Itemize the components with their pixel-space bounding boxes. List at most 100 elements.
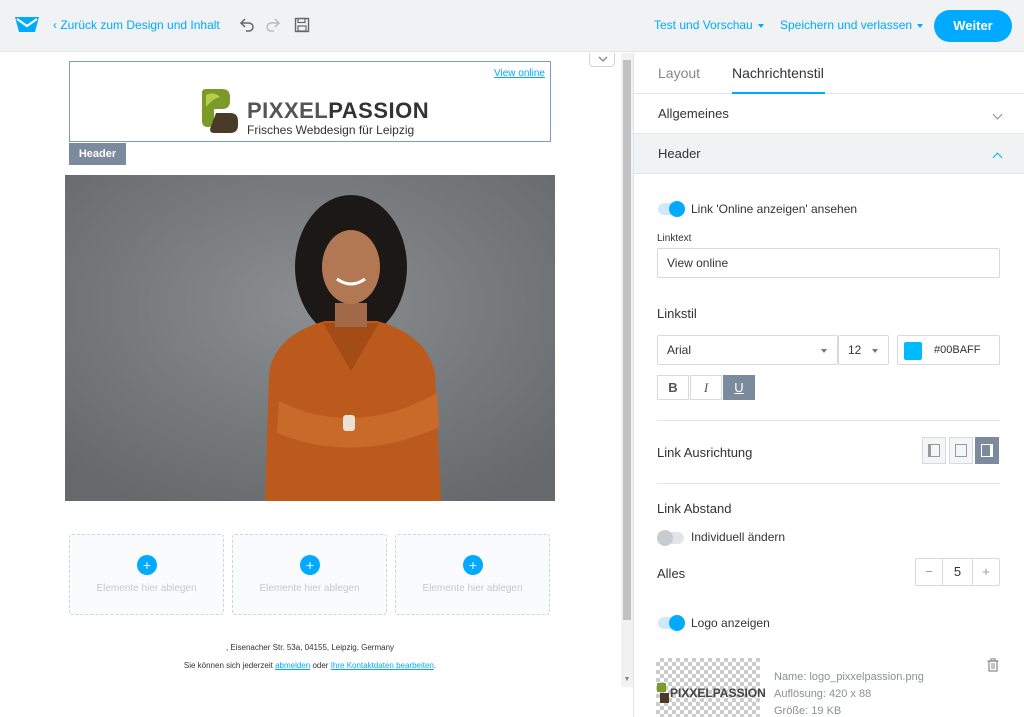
chevron-down-icon — [992, 109, 1003, 120]
individual-spacing-toggle[interactable] — [657, 530, 684, 546]
redo-icon[interactable] — [264, 16, 282, 34]
test-preview-label: Test und Vorschau — [654, 18, 753, 32]
continue-button[interactable]: Weiter — [934, 10, 1012, 42]
test-preview-menu[interactable]: Test und Vorschau — [654, 18, 764, 32]
logo-thumbnail-wordmark: PIXXELPASSION — [670, 686, 766, 700]
caret-down-icon — [872, 349, 878, 353]
font-select-value: Arial — [667, 343, 692, 357]
add-element-icon[interactable]: + — [137, 555, 157, 575]
brand-part2: PASSION — [328, 98, 430, 123]
drop-zone-label: Elemente hier ablegen — [259, 583, 360, 594]
logo-filename: Name: logo_pixxelpassion.png — [774, 671, 924, 683]
chevron-up-icon — [992, 152, 1003, 163]
hero-image[interactable] — [65, 175, 555, 501]
show-logo-label: Logo anzeigen — [691, 616, 770, 630]
link-color-picker[interactable]: #00BAFF — [897, 335, 1000, 365]
align-center-button[interactable] — [949, 437, 973, 464]
align-right-icon — [981, 444, 993, 457]
brand-logo: PIXXELPASSION Frisches Webdesign für Lei… — [200, 89, 429, 137]
align-right-button[interactable] — [975, 437, 999, 464]
toggle-knob — [669, 201, 685, 217]
brand-tagline: Frisches Webdesign für Leipzig — [247, 123, 415, 137]
save-exit-label: Speichern und verlassen — [780, 18, 913, 32]
envelope-logo-icon[interactable] — [14, 15, 40, 35]
section-divider — [657, 483, 1000, 484]
brand-wordmark: PIXXELPASSION — [247, 98, 429, 124]
undo-icon[interactable] — [238, 16, 256, 34]
save-icon[interactable] — [293, 16, 311, 34]
linktext-label: Linktext — [657, 233, 692, 244]
thumb-brand-part1: PIXXEL — [670, 686, 713, 700]
chevron-down-icon — [598, 56, 608, 62]
footer-unsubscribe-line: Sie können sich jederzeit abmelden oder … — [65, 661, 555, 670]
link-spacing-label: Link Abstand — [657, 501, 732, 516]
align-left-button[interactable] — [922, 437, 946, 464]
color-swatch — [904, 342, 922, 360]
header-block-tag[interactable]: Header — [69, 143, 126, 165]
canvas-scroll-thumb[interactable] — [623, 60, 631, 620]
brand-part1: PIXXEL — [247, 98, 329, 123]
caret-down-icon — [821, 349, 827, 353]
all-spacing-label: Alles — [657, 566, 686, 581]
tab-layout[interactable]: Layout — [658, 65, 700, 81]
font-select[interactable]: Arial — [657, 335, 838, 365]
toggle-knob — [669, 615, 685, 631]
spacing-stepper[interactable]: − 5 + — [915, 558, 1000, 586]
stepper-plus-button[interactable]: + — [972, 559, 999, 585]
footer-middle: oder — [312, 661, 329, 670]
caret-down-icon — [757, 23, 764, 28]
thumb-brand-part2: PASSION — [712, 686, 766, 700]
add-element-icon[interactable]: + — [463, 555, 483, 575]
view-online-toggle-label: Link 'Online anzeigen' ansehen — [691, 202, 858, 216]
trash-icon[interactable] — [987, 658, 999, 672]
linkstil-label: Linkstil — [657, 306, 697, 321]
add-element-icon[interactable]: + — [300, 555, 320, 575]
email-header-block[interactable]: View online PIXXELPASSION Frisches Webde… — [69, 61, 551, 142]
logo-filesize: Größe: 19 KB — [774, 705, 842, 717]
link-alignment-label: Link Ausrichtung — [657, 445, 753, 460]
bold-button[interactable]: B — [657, 375, 689, 400]
section-header[interactable]: Header — [634, 134, 1024, 174]
section-general-label: Allgemeines — [658, 106, 729, 121]
font-size-value: 12 — [848, 343, 862, 357]
align-center-icon — [955, 444, 967, 457]
stepper-value[interactable]: 5 — [943, 559, 972, 585]
toggle-knob — [657, 530, 673, 546]
link-color-value: #00BAFF — [934, 344, 981, 356]
unsubscribe-link[interactable]: abmelden — [275, 661, 310, 670]
individual-spacing-label: Individuell ändern — [691, 530, 786, 544]
pixxelpassion-logo-icon — [202, 89, 238, 133]
scroll-down-arrow-icon[interactable]: ▼ — [621, 673, 633, 687]
align-left-icon — [928, 444, 940, 457]
logo-thumbnail-mark-icon — [657, 683, 669, 703]
woman-portrait-image — [65, 175, 555, 501]
drop-zone-3[interactable]: + Elemente hier ablegen — [395, 534, 550, 615]
drop-zone-1[interactable]: + Elemente hier ablegen — [69, 534, 224, 615]
tab-message-style[interactable]: Nachrichtenstil — [732, 65, 824, 81]
top-toolbar: ‹ Zurück zum Design und Inhalt Test und … — [0, 0, 1024, 52]
view-online-toggle[interactable] — [658, 201, 685, 217]
section-general[interactable]: Allgemeines — [634, 94, 1024, 134]
save-exit-menu[interactable]: Speichern und verlassen — [780, 18, 924, 32]
drop-zone-label: Elemente hier ablegen — [422, 583, 523, 594]
back-to-design-link[interactable]: ‹ Zurück zum Design und Inhalt — [53, 18, 220, 32]
drop-zone-label: Elemente hier ablegen — [96, 583, 197, 594]
back-link-label: Zurück zum Design und Inhalt — [60, 18, 220, 32]
stepper-minus-button[interactable]: − — [916, 559, 943, 585]
collapse-toggle[interactable] — [589, 53, 615, 67]
view-online-link[interactable]: View online — [494, 68, 545, 79]
footer-suffix: . — [433, 661, 437, 670]
section-divider — [657, 420, 1000, 421]
italic-button[interactable]: I — [690, 375, 722, 400]
caret-down-icon — [917, 23, 924, 28]
logo-thumbnail[interactable]: PIXXELPASSION — [656, 658, 766, 717]
drop-zone-2[interactable]: + Elemente hier ablegen — [232, 534, 387, 615]
linktext-input[interactable]: View online — [657, 248, 1000, 278]
section-header-label: Header — [658, 146, 701, 161]
underline-button[interactable]: U — [723, 375, 755, 400]
font-size-select[interactable]: 12 — [838, 335, 889, 365]
footer-address: , Eisenacher Str. 53a, 04155, Leipzig, G… — [225, 643, 395, 652]
edit-contact-link[interactable]: Ihre Kontaktdaten bearbeiten — [331, 661, 434, 670]
show-logo-toggle[interactable] — [658, 615, 685, 631]
logo-resolution: Auflösung: 420 x 88 — [774, 688, 872, 700]
